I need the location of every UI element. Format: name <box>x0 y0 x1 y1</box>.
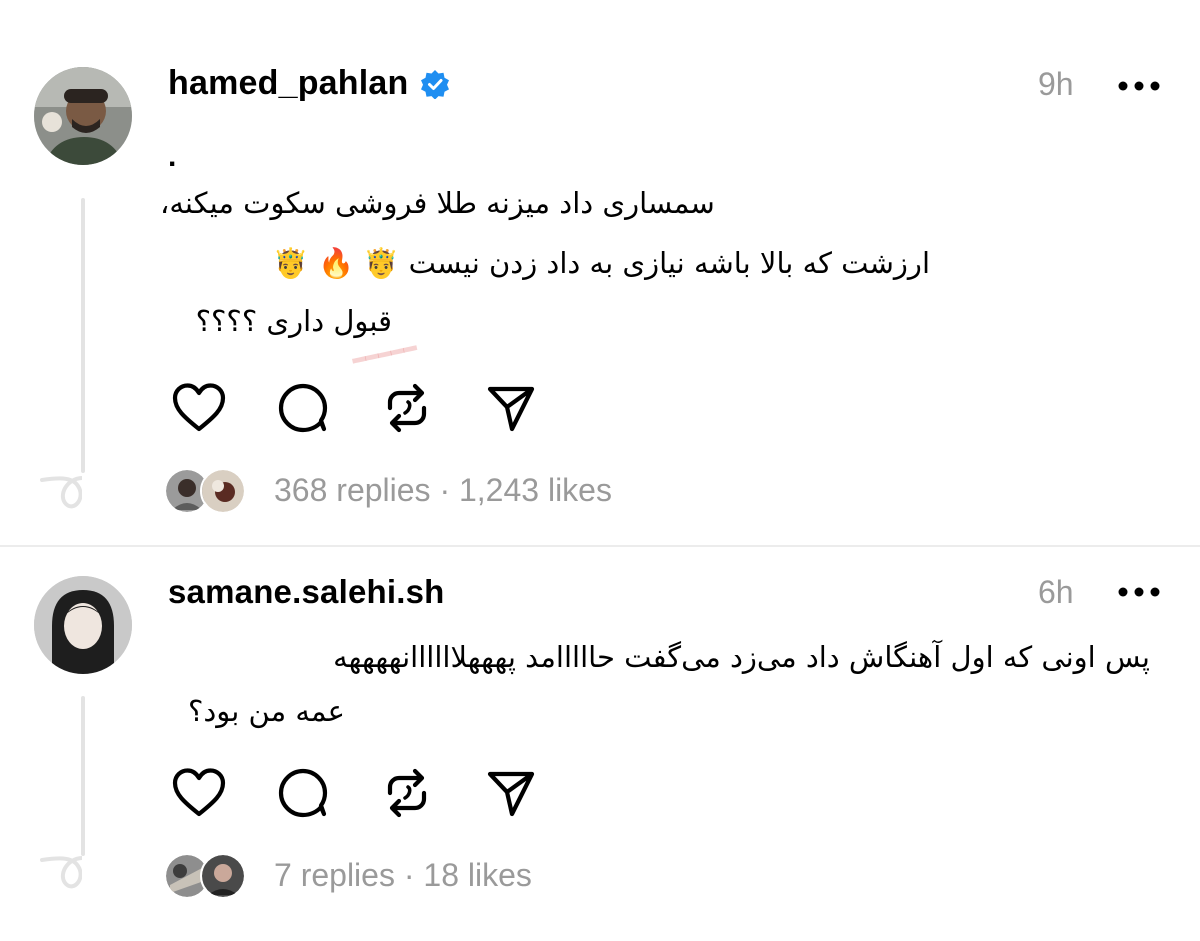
action-bar <box>164 765 580 821</box>
thread-line <box>81 198 85 473</box>
stats-row[interactable]: 7 replies · 18 likes <box>164 851 532 899</box>
avatar <box>200 853 246 899</box>
username[interactable]: samane.salehi.sh <box>168 573 445 611</box>
post-divider <box>0 545 1200 547</box>
verified-icon <box>421 69 450 99</box>
comment-icon <box>278 383 328 433</box>
thread-post: hamed_pahlan 9h . سمساری داد میزنه طلا ف… <box>0 0 1200 545</box>
share-icon <box>487 771 535 817</box>
post-text-line: سمساری داد میزنه طلا فروشی سکوت میکنه، <box>160 186 715 220</box>
share-icon <box>487 386 535 432</box>
more-icon[interactable] <box>1116 76 1162 96</box>
post-text-line: عمه من بود؟ <box>187 694 345 728</box>
repost-icon <box>387 383 427 433</box>
post-stats[interactable]: 7 replies · 18 likes <box>274 857 532 894</box>
thread-curl-icon <box>40 476 82 509</box>
comment-icon <box>278 768 328 818</box>
post-text-line: ارزشت که بالا باشه نیازی به داد زدن نیست… <box>272 246 930 280</box>
share-button[interactable] <box>476 380 546 436</box>
post-time: 6h <box>1038 574 1074 610</box>
thread-post: samane.salehi.sh 6h پس اونی که اول آهنگا… <box>0 548 1200 941</box>
action-bar <box>164 380 580 436</box>
avatar <box>200 468 246 514</box>
replier-avatars <box>164 851 250 899</box>
username[interactable]: hamed_pahlan <box>168 64 450 103</box>
thread-curl-icon <box>40 856 82 889</box>
username-text[interactable]: hamed_pahlan <box>168 64 408 103</box>
post-time: 9h <box>1038 66 1074 102</box>
repost-button[interactable] <box>372 380 442 436</box>
share-button[interactable] <box>476 765 546 821</box>
reply-button[interactable] <box>268 380 338 436</box>
repost-button[interactable] <box>372 765 442 821</box>
stats-row[interactable]: 368 replies · 1,243 likes <box>164 466 612 514</box>
post-text-line: پس اونی که اول آهنگاش داد می‌زد می‌گفت ح… <box>333 640 1150 674</box>
avatar[interactable] <box>34 67 132 165</box>
more-icon[interactable] <box>1116 582 1162 602</box>
thread-line <box>81 696 85 856</box>
threads-screen: hamed_pahlan 9h . سمساری داد میزنه طلا ف… <box>0 0 1200 941</box>
like-button[interactable] <box>164 380 234 436</box>
post-stats[interactable]: 368 replies · 1,243 likes <box>274 472 612 509</box>
avatar[interactable] <box>34 576 132 674</box>
username-text[interactable]: samane.salehi.sh <box>168 573 445 611</box>
reply-button[interactable] <box>268 765 338 821</box>
like-button[interactable] <box>164 765 234 821</box>
repost-icon <box>387 768 427 818</box>
heart-icon <box>172 383 226 432</box>
replier-avatars <box>164 466 250 514</box>
post-dot: . <box>168 140 177 173</box>
heart-icon <box>172 768 226 817</box>
